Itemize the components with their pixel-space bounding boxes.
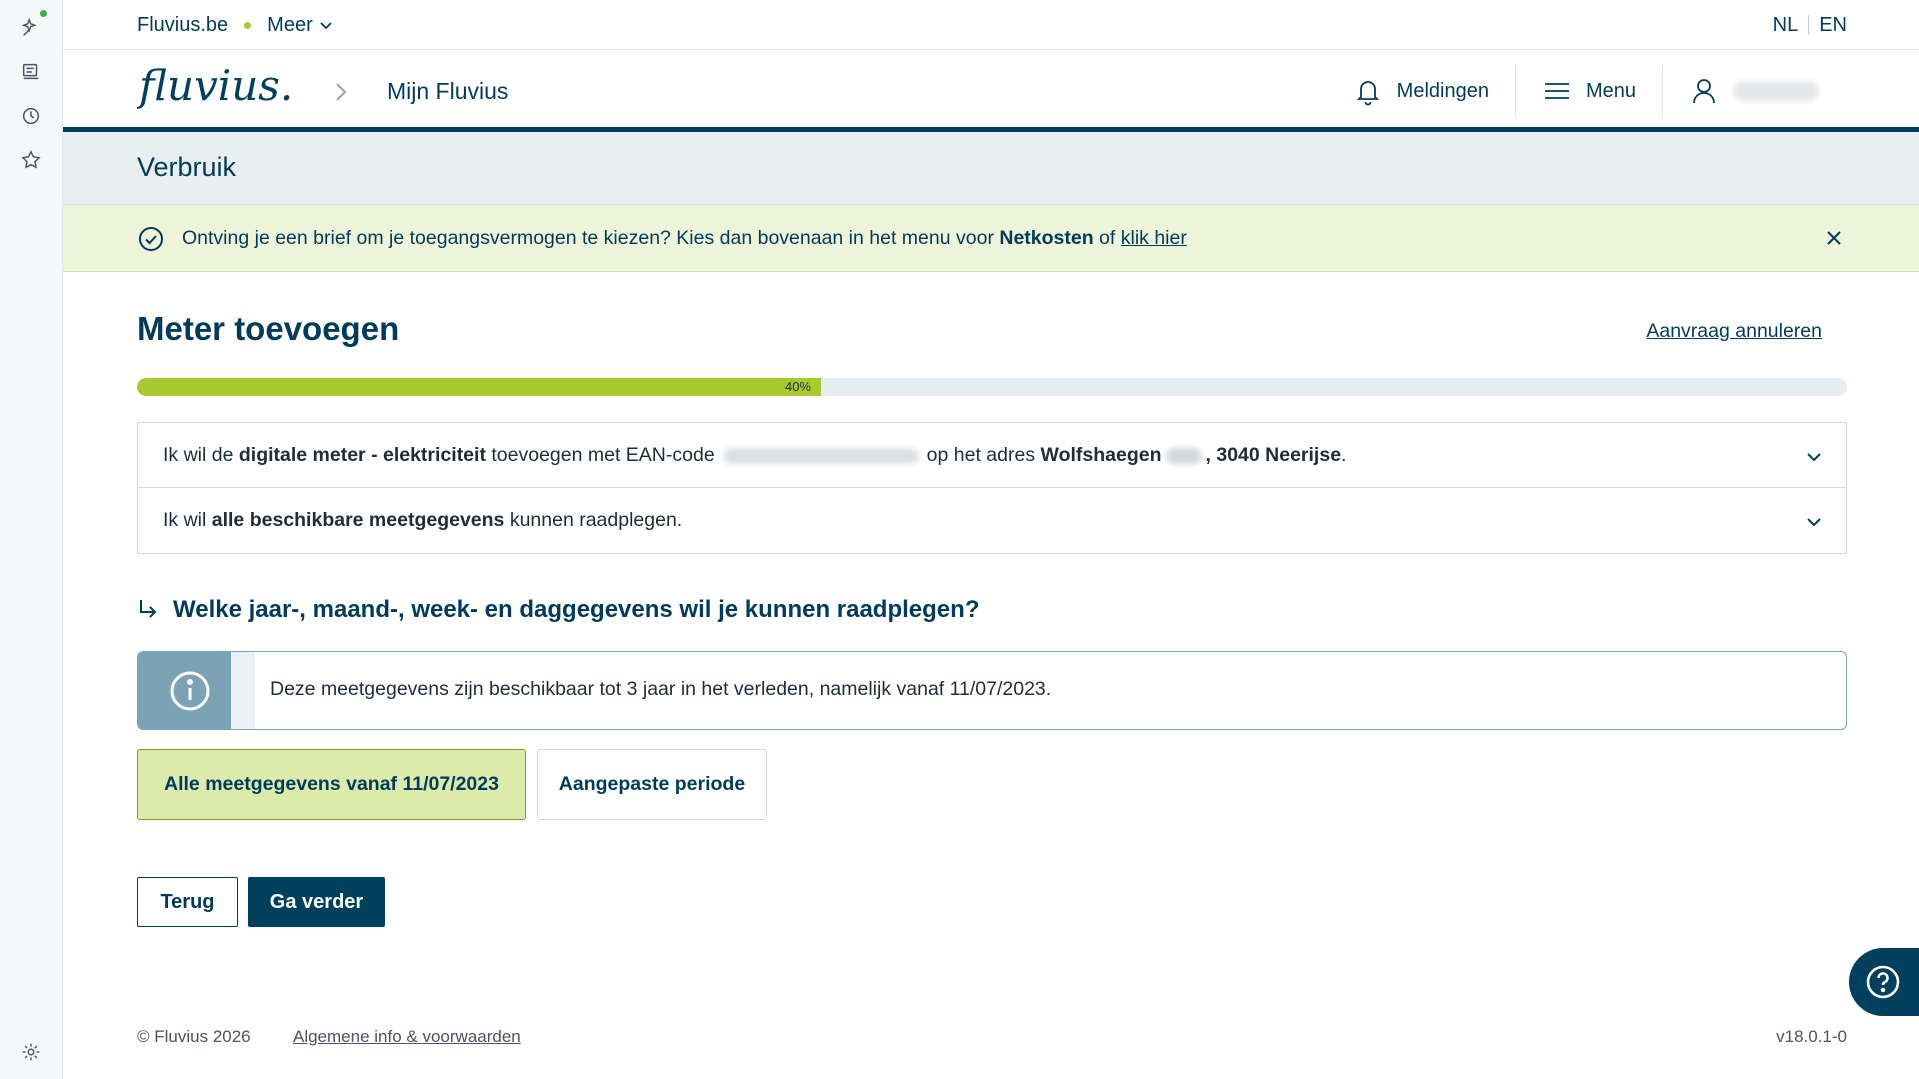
more-label: Meer (267, 13, 313, 36)
notifications-label: Meldingen (1396, 79, 1489, 102)
fluvius-be-link[interactable]: Fluvius.be (137, 14, 228, 37)
step-summary-data[interactable]: Ik wil alle beschikbare meetgegevens kun… (137, 487, 1847, 554)
notice-text-or: of (1093, 227, 1121, 249)
step1-meter-type: digitale meter - elektriciteit (238, 444, 486, 466)
info-box: Deze meetgegevens zijn beschikbaar tot 3… (137, 651, 1847, 730)
bell-icon (1356, 81, 1379, 106)
option-custom-period[interactable]: Aangepaste periode (537, 749, 767, 820)
close-icon[interactable] (1823, 227, 1845, 249)
house-number-blurred (1165, 447, 1202, 464)
step1-text-ean: toevoegen met EAN-code (485, 444, 715, 466)
progress-bar: 40% (137, 378, 1847, 396)
sparkle-icon[interactable] (19, 16, 43, 40)
option-all-data[interactable]: Alle meetgegevens vanaf 11/07/2023 (137, 749, 526, 820)
step1-text-address: op het adres (926, 444, 1041, 466)
step1-text: Ik wil de (163, 444, 239, 466)
chevron-down-icon (1807, 518, 1821, 527)
language-separator (1808, 15, 1810, 35)
status-dot (40, 10, 47, 17)
user-name-blurred (1733, 81, 1819, 101)
step2-text-end: kunnen raadplegen. (504, 509, 683, 531)
question-heading: Welke jaar-, maand-, week- en daggegeven… (137, 596, 979, 624)
page-title-band: Verbruik (63, 132, 1919, 205)
notice-text: Ontving je een brief om je toegangsvermo… (182, 227, 1000, 249)
address-street: Wolfshaegen (1040, 444, 1162, 466)
version-label: v18.0.1-0 (1776, 1027, 1847, 1046)
wizard-title: Meter toevoegen (137, 310, 400, 347)
back-button[interactable]: Terug (137, 877, 238, 927)
continue-button[interactable]: Ga verder (248, 877, 385, 927)
notifications-button[interactable]: Meldingen (1327, 65, 1515, 117)
help-button[interactable] (1849, 948, 1919, 1016)
progress-fill: 40% (137, 378, 821, 396)
wizard-content: Meter toevoegen Aanvraag annuleren 40% I… (137, 298, 1847, 927)
breadcrumb-chevron-icon (336, 83, 347, 101)
chevron-down-icon (1807, 453, 1821, 462)
favorites-star-icon[interactable] (19, 148, 43, 172)
info-side-panel (138, 652, 255, 729)
fluvius-logo[interactable]: fluvius. (137, 60, 297, 120)
check-circle-icon (139, 227, 163, 251)
logo-text: fluvius. (137, 61, 293, 110)
settings-gear-icon[interactable] (19, 1040, 43, 1064)
return-arrow-icon (140, 600, 157, 618)
info-icon (170, 671, 210, 711)
step2-data-scope: alle beschikbare meetgegevens (211, 509, 505, 531)
progress-label: 40% (784, 379, 811, 394)
notice-netkosten: Netkosten (999, 227, 1094, 249)
ean-code-blurred (722, 447, 919, 464)
step2-text: Ik wil (163, 509, 212, 531)
copyright: © Fluvius 2026 (137, 1027, 251, 1046)
page-title: Verbruik (137, 152, 237, 182)
step-summary-meter[interactable]: Ik wil de digitale meter - elektriciteit… (137, 422, 1847, 489)
menu-button[interactable]: Menu (1516, 65, 1662, 117)
notice-click-here-link[interactable]: klik hier (1121, 227, 1187, 249)
question-text: Welke jaar-, maand-, week- en daggegeven… (173, 596, 980, 623)
breadcrumb-mijn-fluvius[interactable]: Mijn Fluvius (387, 78, 508, 105)
main-header: fluvius. Mijn Fluvius Meldingen Menu (63, 50, 1919, 132)
more-dropdown[interactable]: Meer (267, 14, 333, 37)
reading-list-icon[interactable] (19, 60, 43, 84)
separator-dot (244, 21, 252, 29)
fluvius-app: Fluvius.be Meer NL EN fluvius. Mijn Fluv… (63, 0, 1919, 1079)
cancel-request-link[interactable]: Aanvraag annuleren (1646, 320, 1822, 343)
hamburger-icon (1544, 83, 1569, 99)
step1-period: . (1341, 444, 1347, 466)
address-city: , 3040 Neerijse (1205, 444, 1342, 466)
language-nl[interactable]: NL (1773, 14, 1799, 37)
chevron-down-icon (320, 22, 332, 30)
terms-link[interactable]: Algemene info & voorwaarden (293, 1027, 521, 1047)
language-en[interactable]: EN (1819, 14, 1847, 37)
utility-bar: Fluvius.be Meer NL EN (63, 0, 1919, 50)
notice-banner: Ontving je een brief om je toegangsvermo… (63, 205, 1919, 272)
help-question-icon (1866, 965, 1900, 999)
user-account-button[interactable] (1663, 65, 1919, 117)
menu-label: Menu (1585, 79, 1636, 102)
history-icon[interactable] (19, 104, 43, 128)
notice-message: Ontving je een brief om je toegangsvermo… (182, 227, 1187, 250)
user-icon (1693, 79, 1715, 104)
browser-side-strip (0, 0, 63, 1079)
info-message: Deze meetgegevens zijn beschikbaar tot 3… (270, 678, 1052, 700)
